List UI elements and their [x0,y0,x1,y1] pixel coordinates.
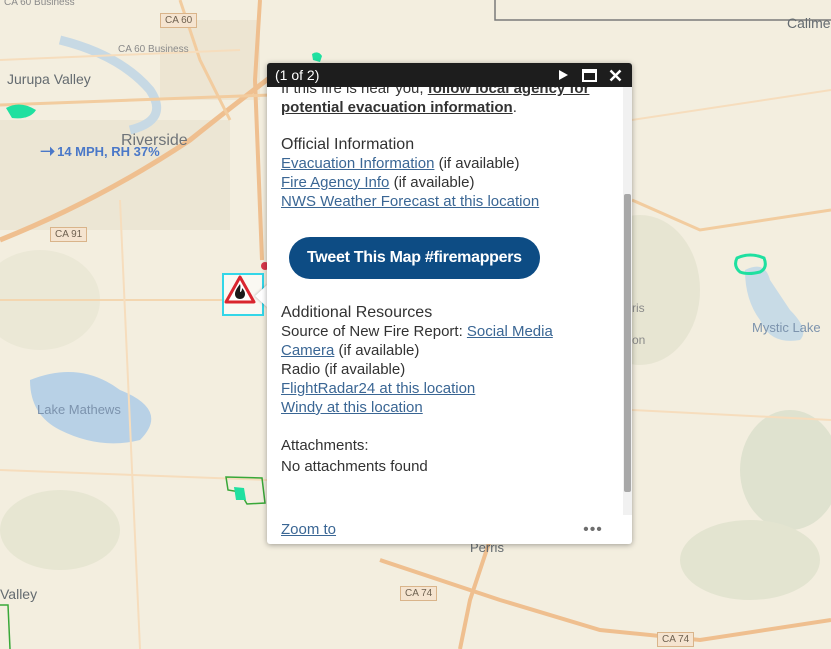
next-feature-button[interactable] [550,63,576,87]
map-label-calimesa-partial: Calime [787,15,831,31]
attachments-heading: Attachments: [281,437,369,454]
evacuation-info-link[interactable]: Evacuation Information [281,155,434,172]
wind-text: 14 MPH, RH 37% [57,144,160,159]
highway-shield-ca74-east: CA 74 [657,632,695,647]
nws-row: NWS Weather Forecast at this location [281,192,617,211]
map-label-mystic-lake: Mystic Lake [752,320,821,335]
camera-link[interactable]: Camera [281,342,334,359]
map-label-perris-partial: ris [632,301,645,315]
official-info-heading: Official Information [281,136,415,153]
map-label-jurupa-valley: Jurupa Valley [7,71,91,87]
fire-agency-link[interactable]: Fire Agency Info [281,174,389,191]
popup-content: If this fire is near you, follow local a… [281,87,617,476]
additional-resources-heading: Additional Resources [281,304,433,321]
close-button[interactable] [602,63,628,87]
zoom-to-link[interactable]: Zoom to [281,521,581,538]
source-row: Source of New Fire Report: Social Media [281,322,617,341]
highway-shield-ca74: CA 74 [400,586,438,601]
more-options-icon[interactable]: ••• [581,521,605,539]
wind-indicator: ➝ 14 MPH, RH 37% [40,141,160,162]
flightradar-row: FlightRadar24 at this location [281,379,617,398]
camera-row: Camera (if available) [281,341,617,360]
attachments-text: No attachments found [281,458,428,475]
camera-note: (if available) [338,342,420,359]
popup-scrollbar-thumb[interactable] [624,194,631,492]
play-icon [559,70,568,80]
map-label-valley: Valley [0,586,38,602]
map-label-business-top: CA 60 Business [4,0,75,8]
evacuation-notice-text: If this fire is near you, [281,87,424,97]
evacuation-info-note: (if available) [438,155,520,172]
fire-agency-row: Fire Agency Info (if available) [281,173,617,192]
windy-link[interactable]: Windy at this location [281,399,423,416]
radio-text: Radio (if available) [281,361,406,378]
social-media-link[interactable]: Social Media [467,323,553,340]
map-label-on-partial: on [632,333,646,347]
maximize-icon [581,68,597,82]
maximize-button[interactable] [576,63,602,87]
close-icon [609,69,621,81]
fire-warning-icon [224,275,256,304]
info-popup: (1 of 2) If this fire is near you, follo… [267,63,632,544]
map-label-lake-mathews: Lake Mathews [37,402,121,417]
source-label: Source of New Fire Report: [281,323,463,340]
fire-agency-note: (if available) [393,174,475,191]
flightradar-link[interactable]: FlightRadar24 at this location [281,380,475,397]
highway-shield-ca91: CA 91 [50,227,88,242]
popup-footer: Zoom to ••• [267,515,632,544]
evacuation-notice-period: . [512,99,517,116]
evacuation-notice: If this fire is near you, follow local a… [281,87,617,117]
map-label-business-mid: CA 60 Business [118,44,189,55]
windy-row: Windy at this location [281,398,617,417]
evacuation-info-row: Evacuation Information (if available) [281,154,617,173]
popup-body[interactable]: If this fire is near you, follow local a… [267,87,623,515]
wind-arrow-icon: ➝ [40,141,56,161]
popup-feature-counter: (1 of 2) [275,67,320,83]
nws-forecast-link[interactable]: NWS Weather Forecast at this location [281,193,539,210]
highway-shield-ca60: CA 60 [160,13,198,28]
tweet-map-button[interactable]: Tweet This Map #firemappers [289,237,540,279]
popup-header: (1 of 2) [267,63,632,87]
